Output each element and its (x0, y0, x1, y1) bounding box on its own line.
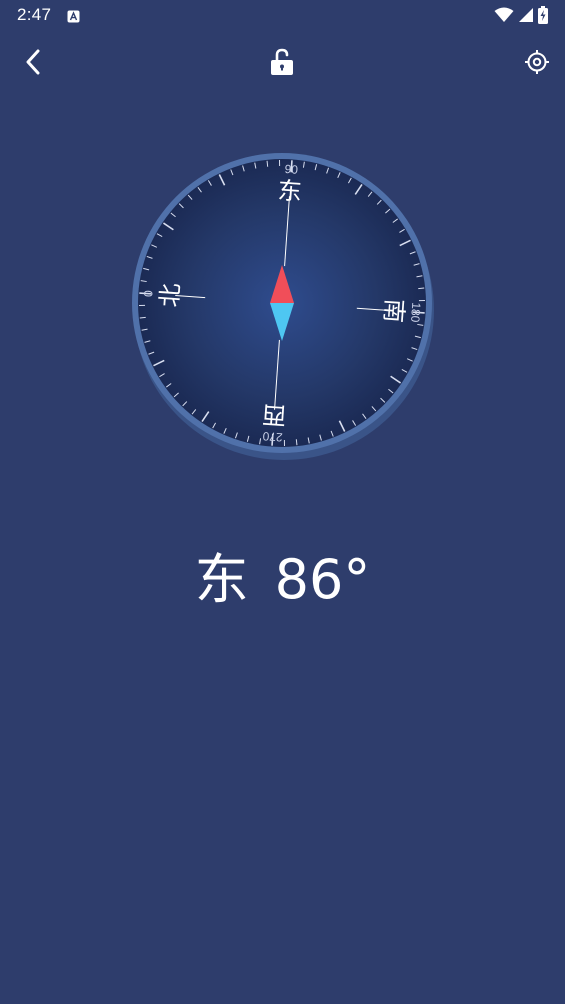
heading-readout: 东 86° (0, 535, 565, 614)
status-icons (494, 6, 548, 28)
dial-tick (279, 160, 281, 167)
heading-direction: 东 (194, 548, 249, 611)
degree-label-90: 90 (284, 162, 299, 177)
degree-label-180: 180 (408, 302, 423, 323)
direction-label-east: 东 (277, 176, 303, 206)
degree-label-270: 270 (262, 429, 283, 444)
status-time: 2:47 (17, 5, 52, 24)
dial-tick (418, 300, 425, 302)
direction-label-north: 北 (155, 282, 185, 308)
compass-svg: 北 东 南 西 0 90 180 270 (132, 153, 434, 460)
unlocked-padlock-icon (270, 48, 294, 80)
signal-icon (518, 7, 534, 27)
crosshair-target-icon (524, 49, 550, 79)
lock-toggle-button[interactable] (266, 48, 298, 80)
direction-label-west: 西 (261, 400, 287, 430)
battery-charging-icon (538, 6, 548, 28)
direction-label-south: 南 (379, 298, 409, 324)
wifi-icon (494, 7, 514, 27)
app-bar (0, 40, 565, 88)
back-button[interactable] (18, 49, 48, 79)
status-bar: 2:47 (0, 0, 565, 30)
app-notification-icon (67, 8, 80, 27)
chevron-left-icon (24, 49, 42, 79)
compass-dial: 北 东 南 西 0 90 180 270 (127, 148, 437, 466)
dial-tick (139, 304, 146, 306)
dial-tick (283, 439, 285, 446)
degree-label-0: 0 (141, 290, 155, 298)
locate-button[interactable] (521, 48, 553, 80)
heading-degrees: 86° (274, 548, 371, 611)
